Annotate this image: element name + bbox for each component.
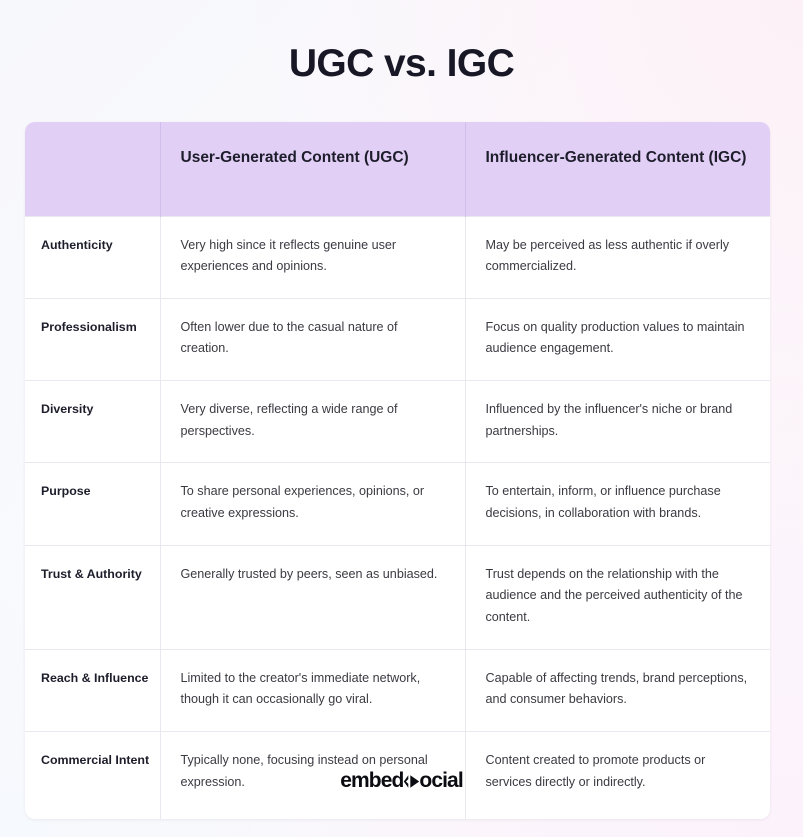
page-title: UGC vs. IGC [288,42,515,85]
table-header-cell-ugc: User-Generated Content (UGC) [160,122,466,216]
row-cell-ugc-reach-influence: Limited to the creator's immediate netwo… [160,648,466,732]
embedsocial-logo: embed ocial [340,770,463,791]
table-header: User-Generated Content (UGC) Influencer-… [25,122,770,216]
comparison-table-container: User-Generated Content (UGC) Influencer-… [25,122,770,820]
row-cell-igc-trust-authority: Trust depends on the relationship with t… [465,544,770,650]
logo-text-left: embed [340,769,404,792]
poster-canvas: UGC vs. IGC User-Generated Content (UGC)… [0,0,803,837]
row-cell-igc-purpose: To entertain, inform, or influence purch… [465,462,770,546]
table-row: Trust & Authority Generally trusted by p… [25,544,770,650]
table-header-row: User-Generated Content (UGC) Influencer-… [25,122,770,216]
row-cell-igc-reach-influence: Capable of affecting trends, brand perce… [465,648,770,732]
row-cell-igc-diversity: Influenced by the influencer's niche or … [465,380,770,463]
comparison-table: User-Generated Content (UGC) Influencer-… [25,122,770,820]
table-row: Professionalism Often lower due to the c… [25,297,770,381]
row-label-professionalism: Professionalism [25,297,161,381]
logo-text-right: ocial [419,769,463,792]
footer: embed ocial [0,770,803,791]
table-header-cell-igc: Influencer-Generated Content (IGC) [465,122,770,216]
table-body: Authenticity Very high since it reflects… [25,215,770,820]
row-label-diversity: Diversity [25,380,161,463]
table-row: Reach & Influence Limited to the creator… [25,648,770,732]
row-cell-ugc-purpose: To share personal experiences, opinions,… [160,462,466,546]
row-cell-ugc-authenticity: Very high since it reflects genuine user… [160,215,466,299]
row-cell-igc-authenticity: May be perceived as less authentic if ov… [465,215,770,299]
row-label-trust-authority: Trust & Authority [25,544,161,650]
row-label-purpose: Purpose [25,462,161,546]
table-row: Diversity Very diverse, reflecting a wid… [25,380,770,463]
table-row: Purpose To share personal experiences, o… [25,462,770,546]
row-label-reach-influence: Reach & Influence [25,648,161,732]
row-cell-ugc-professionalism: Often lower due to the casual nature of … [160,297,466,381]
row-cell-ugc-diversity: Very diverse, reflecting a wide range of… [160,380,466,463]
row-cell-ugc-trust-authority: Generally trusted by peers, seen as unbi… [160,544,466,650]
table-header-cell-blank [25,122,161,216]
table-row: Authenticity Very high since it reflects… [25,215,770,299]
chevron-diamond-icon [403,774,420,789]
row-label-authenticity: Authenticity [25,215,161,299]
row-cell-igc-professionalism: Focus on quality production values to ma… [465,297,770,381]
